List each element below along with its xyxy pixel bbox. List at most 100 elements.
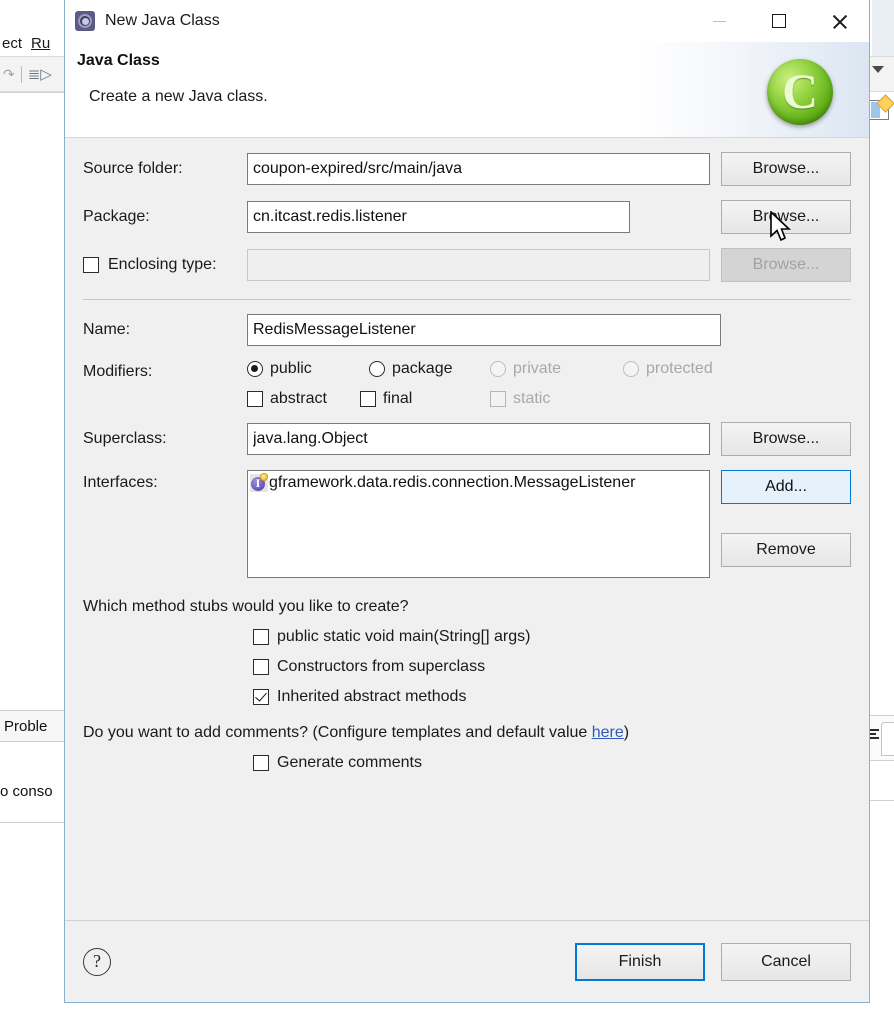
package-browse-button[interactable]: Browse...: [721, 200, 851, 234]
modifier-abstract-option[interactable]: abstract: [247, 390, 360, 408]
enclosing-type-checkbox[interactable]: [83, 257, 99, 273]
inherited-abstract-label: Inherited abstract methods: [277, 688, 467, 705]
interfaces-list[interactable]: I gframework.data.redis.connection.Messa…: [247, 470, 710, 578]
method-stubs-question: Which method stubs would you like to cre…: [83, 598, 409, 615]
footer-buttons: Finish Cancel: [575, 942, 851, 981]
enclosing-type-input[interactable]: [247, 249, 710, 281]
superclass-browse-button[interactable]: Browse...: [721, 422, 851, 456]
wizard-banner: Java Class Create a new Java class. C: [65, 42, 869, 138]
stub-option-constructors[interactable]: Constructors from superclass: [253, 658, 851, 676]
public-radio[interactable]: [247, 361, 263, 377]
new-file-icon[interactable]: [869, 100, 889, 120]
interfaces-row: Interfaces: I gframework.data.redis.conn…: [83, 211, 851, 578]
generate-comments-checkbox[interactable]: [253, 755, 269, 771]
chevron-down-icon[interactable]: [872, 66, 884, 73]
console-text-label: o conso: [0, 782, 53, 800]
enclosing-type-label: Enclosing type:: [108, 256, 217, 273]
name-input[interactable]: [247, 314, 721, 346]
modifiers-label: Modifiers:: [83, 363, 153, 380]
banner-icon-letter: C: [781, 62, 819, 119]
minimize-button[interactable]: [689, 0, 749, 42]
superclass-input[interactable]: [247, 423, 710, 455]
generate-comments-option[interactable]: Generate comments: [253, 754, 851, 772]
dialog-title-bar: New Java Class: [65, 0, 869, 42]
run-config-icon[interactable]: ≣▷: [28, 65, 52, 83]
comments-question: Do you want to add comments? (Configure …: [83, 724, 851, 742]
list-item[interactable]: I gframework.data.redis.connection.Messa…: [248, 471, 709, 492]
private-label: private: [513, 360, 562, 377]
private-radio: [490, 361, 506, 377]
dialog-footer: ? Finish Cancel: [65, 920, 869, 1002]
background-right-strip: [872, 0, 894, 56]
modifier-public-option[interactable]: public: [247, 360, 369, 378]
background-divider: [0, 822, 64, 823]
green-class-circle-icon: C: [767, 59, 833, 125]
package-input[interactable]: [247, 201, 630, 233]
modifier-package-option[interactable]: package: [369, 360, 490, 378]
maximize-button[interactable]: [749, 0, 809, 42]
maximize-icon: [772, 14, 786, 28]
interfaces-buttons: Add... Remove: [721, 470, 851, 567]
source-folder-row: Source folder: Browse...: [83, 152, 851, 186]
interfaces-label: Interfaces:: [83, 474, 158, 491]
interface-item-label: gframework.data.redis.connection.Message…: [269, 474, 636, 491]
remove-interface-button[interactable]: Remove: [721, 533, 851, 567]
help-icon[interactable]: ?: [83, 947, 111, 976]
enclosing-type-browse-button: Browse...: [721, 248, 851, 282]
new-java-class-dialog: New Java Class Java Class Create a new J…: [64, 0, 870, 1003]
menu-project-fragment[interactable]: ect: [2, 35, 22, 52]
dialog-body: Source folder: Browse... Package: Browse…: [65, 138, 869, 920]
constructors-checkbox[interactable]: [253, 659, 269, 675]
modifiers-row: Modifiers: public package private protec…: [83, 360, 851, 408]
modifier-static-option: static: [490, 390, 550, 408]
source-folder-input[interactable]: [247, 153, 710, 185]
modifiers-group: public package private protected abstrac…: [247, 360, 713, 408]
name-row: Name:: [83, 314, 851, 346]
superclass-row: Superclass: Browse...: [83, 422, 851, 456]
protected-label: protected: [646, 360, 713, 377]
main-method-checkbox[interactable]: [253, 629, 269, 645]
console-text-fragment: o conso: [0, 778, 64, 804]
close-button[interactable]: [809, 0, 869, 42]
cancel-button[interactable]: Cancel: [721, 942, 851, 981]
minimize-icon: [712, 20, 726, 22]
enclosing-type-label-group[interactable]: Enclosing type:: [83, 256, 247, 274]
configure-templates-link[interactable]: here: [592, 724, 624, 741]
stub-option-main[interactable]: public static void main(String[] args): [253, 628, 851, 646]
finish-button[interactable]: Finish: [575, 942, 705, 981]
abstract-label: abstract: [270, 390, 327, 407]
side-tab-shape: [881, 722, 894, 756]
name-label: Name:: [83, 321, 131, 338]
static-label: static: [513, 390, 551, 407]
package-row: Package: Browse...: [83, 200, 851, 234]
package-radio[interactable]: [369, 361, 385, 377]
superclass-label: Superclass:: [83, 430, 167, 447]
source-folder-label: Source folder:: [83, 160, 183, 177]
interface-icon: I: [250, 473, 268, 492]
eclipse-wizard-icon: [75, 11, 95, 31]
static-checkbox: [490, 391, 506, 407]
background-menu-bar: ect Ru: [0, 30, 64, 56]
problems-tab-label: Proble: [4, 717, 48, 735]
toolbar-separator: [20, 65, 22, 83]
modifier-private-option: private: [490, 360, 623, 378]
modifier-final-option[interactable]: final: [360, 390, 490, 408]
menu-run-fragment[interactable]: Ru: [31, 35, 50, 52]
background-toolbar: ↷ ≣▷: [0, 56, 64, 92]
comments-question-suffix: ): [623, 724, 630, 741]
add-interface-button[interactable]: Add...: [721, 470, 851, 504]
source-folder-browse-button[interactable]: Browse...: [721, 152, 851, 186]
inherited-abstract-checkbox[interactable]: [253, 689, 269, 705]
run-arrow-icon[interactable]: ↷: [3, 66, 15, 83]
close-icon: [831, 13, 848, 30]
generate-comments-label: Generate comments: [277, 754, 422, 771]
final-checkbox[interactable]: [360, 391, 376, 407]
dialog-title: New Java Class: [105, 12, 220, 29]
abstract-checkbox[interactable]: [247, 391, 263, 407]
background-left-pane: [0, 92, 64, 1015]
banner-gradient: [639, 42, 869, 137]
section-divider: [83, 299, 851, 300]
stub-option-inherited[interactable]: Inherited abstract methods: [253, 688, 851, 706]
problems-view-tab[interactable]: Proble: [0, 710, 64, 742]
comments-question-prefix: Do you want to add comments? (Configure …: [83, 724, 592, 741]
